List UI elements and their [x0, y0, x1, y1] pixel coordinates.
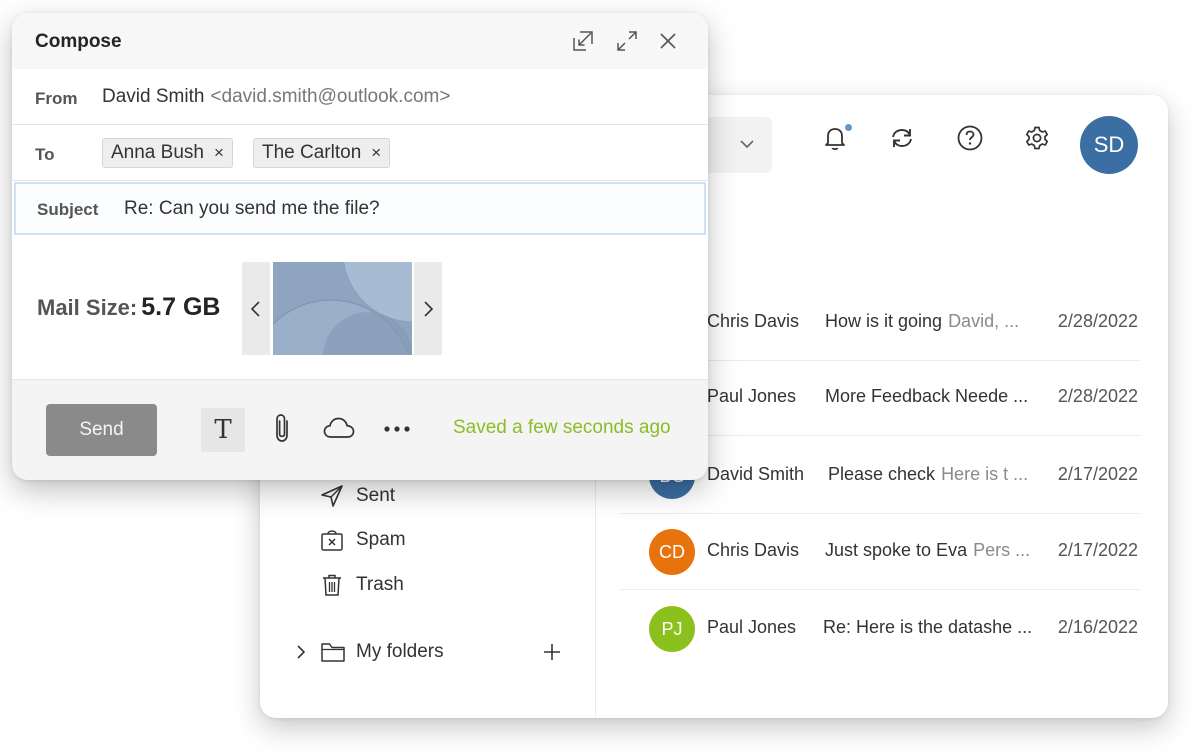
email-row[interactable]: CD Chris Davis Just spoke to Eva Pers ...… — [620, 514, 1140, 590]
email-preview: Pers ... — [973, 540, 1031, 560]
format-text-button[interactable]: T — [201, 408, 245, 452]
compose-title: Compose — [35, 31, 122, 52]
cloud-icon — [322, 415, 356, 446]
help-button[interactable] — [955, 125, 985, 155]
attachment-thumbnail[interactable] — [273, 262, 412, 355]
gear-icon — [1023, 124, 1051, 157]
recipient-name: Anna Bush — [111, 142, 204, 163]
send-button[interactable]: Send — [46, 404, 157, 456]
email-preview: David, ... — [948, 311, 1020, 331]
popout-icon[interactable] — [570, 28, 596, 54]
email-sender: Chris Davis — [707, 311, 800, 331]
mail-size-value: 5.7 GB — [141, 293, 221, 321]
folder-sent[interactable]: Sent — [318, 481, 395, 511]
notifications-button[interactable] — [820, 123, 853, 155]
email-sender: Paul Jones — [707, 617, 797, 637]
email-preview: Here is t ... — [941, 464, 1029, 484]
folder-label: Spam — [356, 529, 406, 550]
email-subject: Re: Here is the datashe ... — [823, 617, 1033, 637]
chevron-left-icon — [250, 300, 260, 317]
remove-recipient-icon[interactable]: × — [214, 143, 224, 163]
expand-icon[interactable] — [614, 28, 640, 54]
from-value: David Smith <david.smith@outlook.com> — [102, 86, 450, 108]
remove-recipient-icon[interactable]: × — [371, 143, 381, 163]
folder-label: Sent — [356, 485, 396, 506]
email-subject: How is it going David, ... — [825, 311, 1020, 331]
compose-toolbar: Send T Saved a few seconds ago — [12, 379, 708, 480]
recipient-name: The Carlton — [262, 142, 362, 163]
my-folders-label: My folders — [356, 641, 444, 662]
text-format-icon: T — [214, 415, 232, 445]
chevron-right-icon — [424, 300, 434, 317]
email-sender: Paul Jones — [707, 386, 797, 406]
close-icon[interactable] — [655, 28, 681, 54]
chevron-down-icon — [737, 134, 757, 154]
more-options-button[interactable] — [375, 408, 419, 452]
pane-divider — [595, 455, 596, 718]
email-date: 2/17/2022 — [1057, 540, 1138, 560]
row-divider — [620, 589, 1140, 590]
email-row[interactable]: PJ Paul Jones Re: Here is the datashe ..… — [620, 591, 1140, 667]
help-icon — [956, 124, 984, 157]
save-status: Saved a few seconds ago — [453, 417, 671, 438]
my-folders-section[interactable]: My folders — [290, 637, 565, 667]
folder-icon — [318, 637, 348, 667]
sync-icon — [888, 124, 916, 157]
email-date: 2/17/2022 — [1057, 464, 1138, 484]
settings-button[interactable] — [1022, 125, 1052, 155]
from-field: From David Smith <david.smith@outlook.com… — [12, 69, 708, 125]
carousel-next-button[interactable] — [414, 262, 442, 355]
recipient-chip[interactable]: The Carlton × — [253, 138, 391, 168]
email-date: 2/28/2022 — [1057, 386, 1138, 406]
email-sender: Chris Davis — [707, 540, 800, 560]
attachment-carousel — [242, 262, 442, 355]
trash-icon — [318, 571, 346, 599]
cloud-attach-button[interactable] — [317, 408, 361, 452]
email-subject: Just spoke to Eva Pers ... — [825, 540, 1031, 560]
user-avatar[interactable]: SD — [1080, 116, 1138, 174]
sync-button[interactable] — [887, 125, 917, 155]
notification-dot — [844, 123, 853, 132]
add-folder-icon[interactable] — [539, 639, 565, 665]
avatar: CD — [649, 529, 695, 575]
folder-trash[interactable]: Trash — [318, 570, 404, 600]
spam-icon — [318, 526, 346, 554]
to-label: To — [35, 145, 55, 164]
compose-window: Compose From David Smith <david.smith@out… — [12, 13, 708, 480]
subject-input[interactable]: Re: Can you send me the file? — [124, 198, 380, 220]
avatar: PJ — [649, 606, 695, 652]
paperclip-icon — [270, 412, 296, 449]
from-address: <david.smith@outlook.com> — [210, 86, 451, 107]
chevron-right-icon[interactable] — [290, 641, 312, 663]
email-sender: David Smith — [707, 464, 805, 484]
email-date: 2/16/2022 — [1057, 617, 1138, 637]
carousel-prev-button[interactable] — [242, 262, 270, 355]
to-field[interactable]: To Anna Bush × The Carlton × — [12, 125, 708, 181]
more-icon — [382, 421, 412, 439]
recipient-chip[interactable]: Anna Bush × — [102, 138, 233, 168]
send-icon — [318, 482, 346, 510]
folder-label: Trash — [356, 574, 404, 595]
folder-spam[interactable]: Spam — [318, 525, 406, 555]
email-subject: More Feedback Neede ... — [825, 386, 1029, 406]
mail-size-label: Mail Size: — [37, 295, 138, 320]
mail-size: Mail Size: 5.7 GB — [37, 293, 220, 322]
from-label: From — [35, 89, 78, 108]
email-subject: Please check Here is t ... — [828, 464, 1029, 484]
subject-label: Subject — [37, 200, 99, 219]
subject-field[interactable]: Subject Re: Can you send me the file? — [14, 182, 706, 235]
email-date: 2/28/2022 — [1057, 311, 1138, 331]
attach-button[interactable] — [261, 408, 305, 452]
compose-header: Compose — [12, 13, 708, 69]
from-name: David Smith — [102, 86, 205, 107]
